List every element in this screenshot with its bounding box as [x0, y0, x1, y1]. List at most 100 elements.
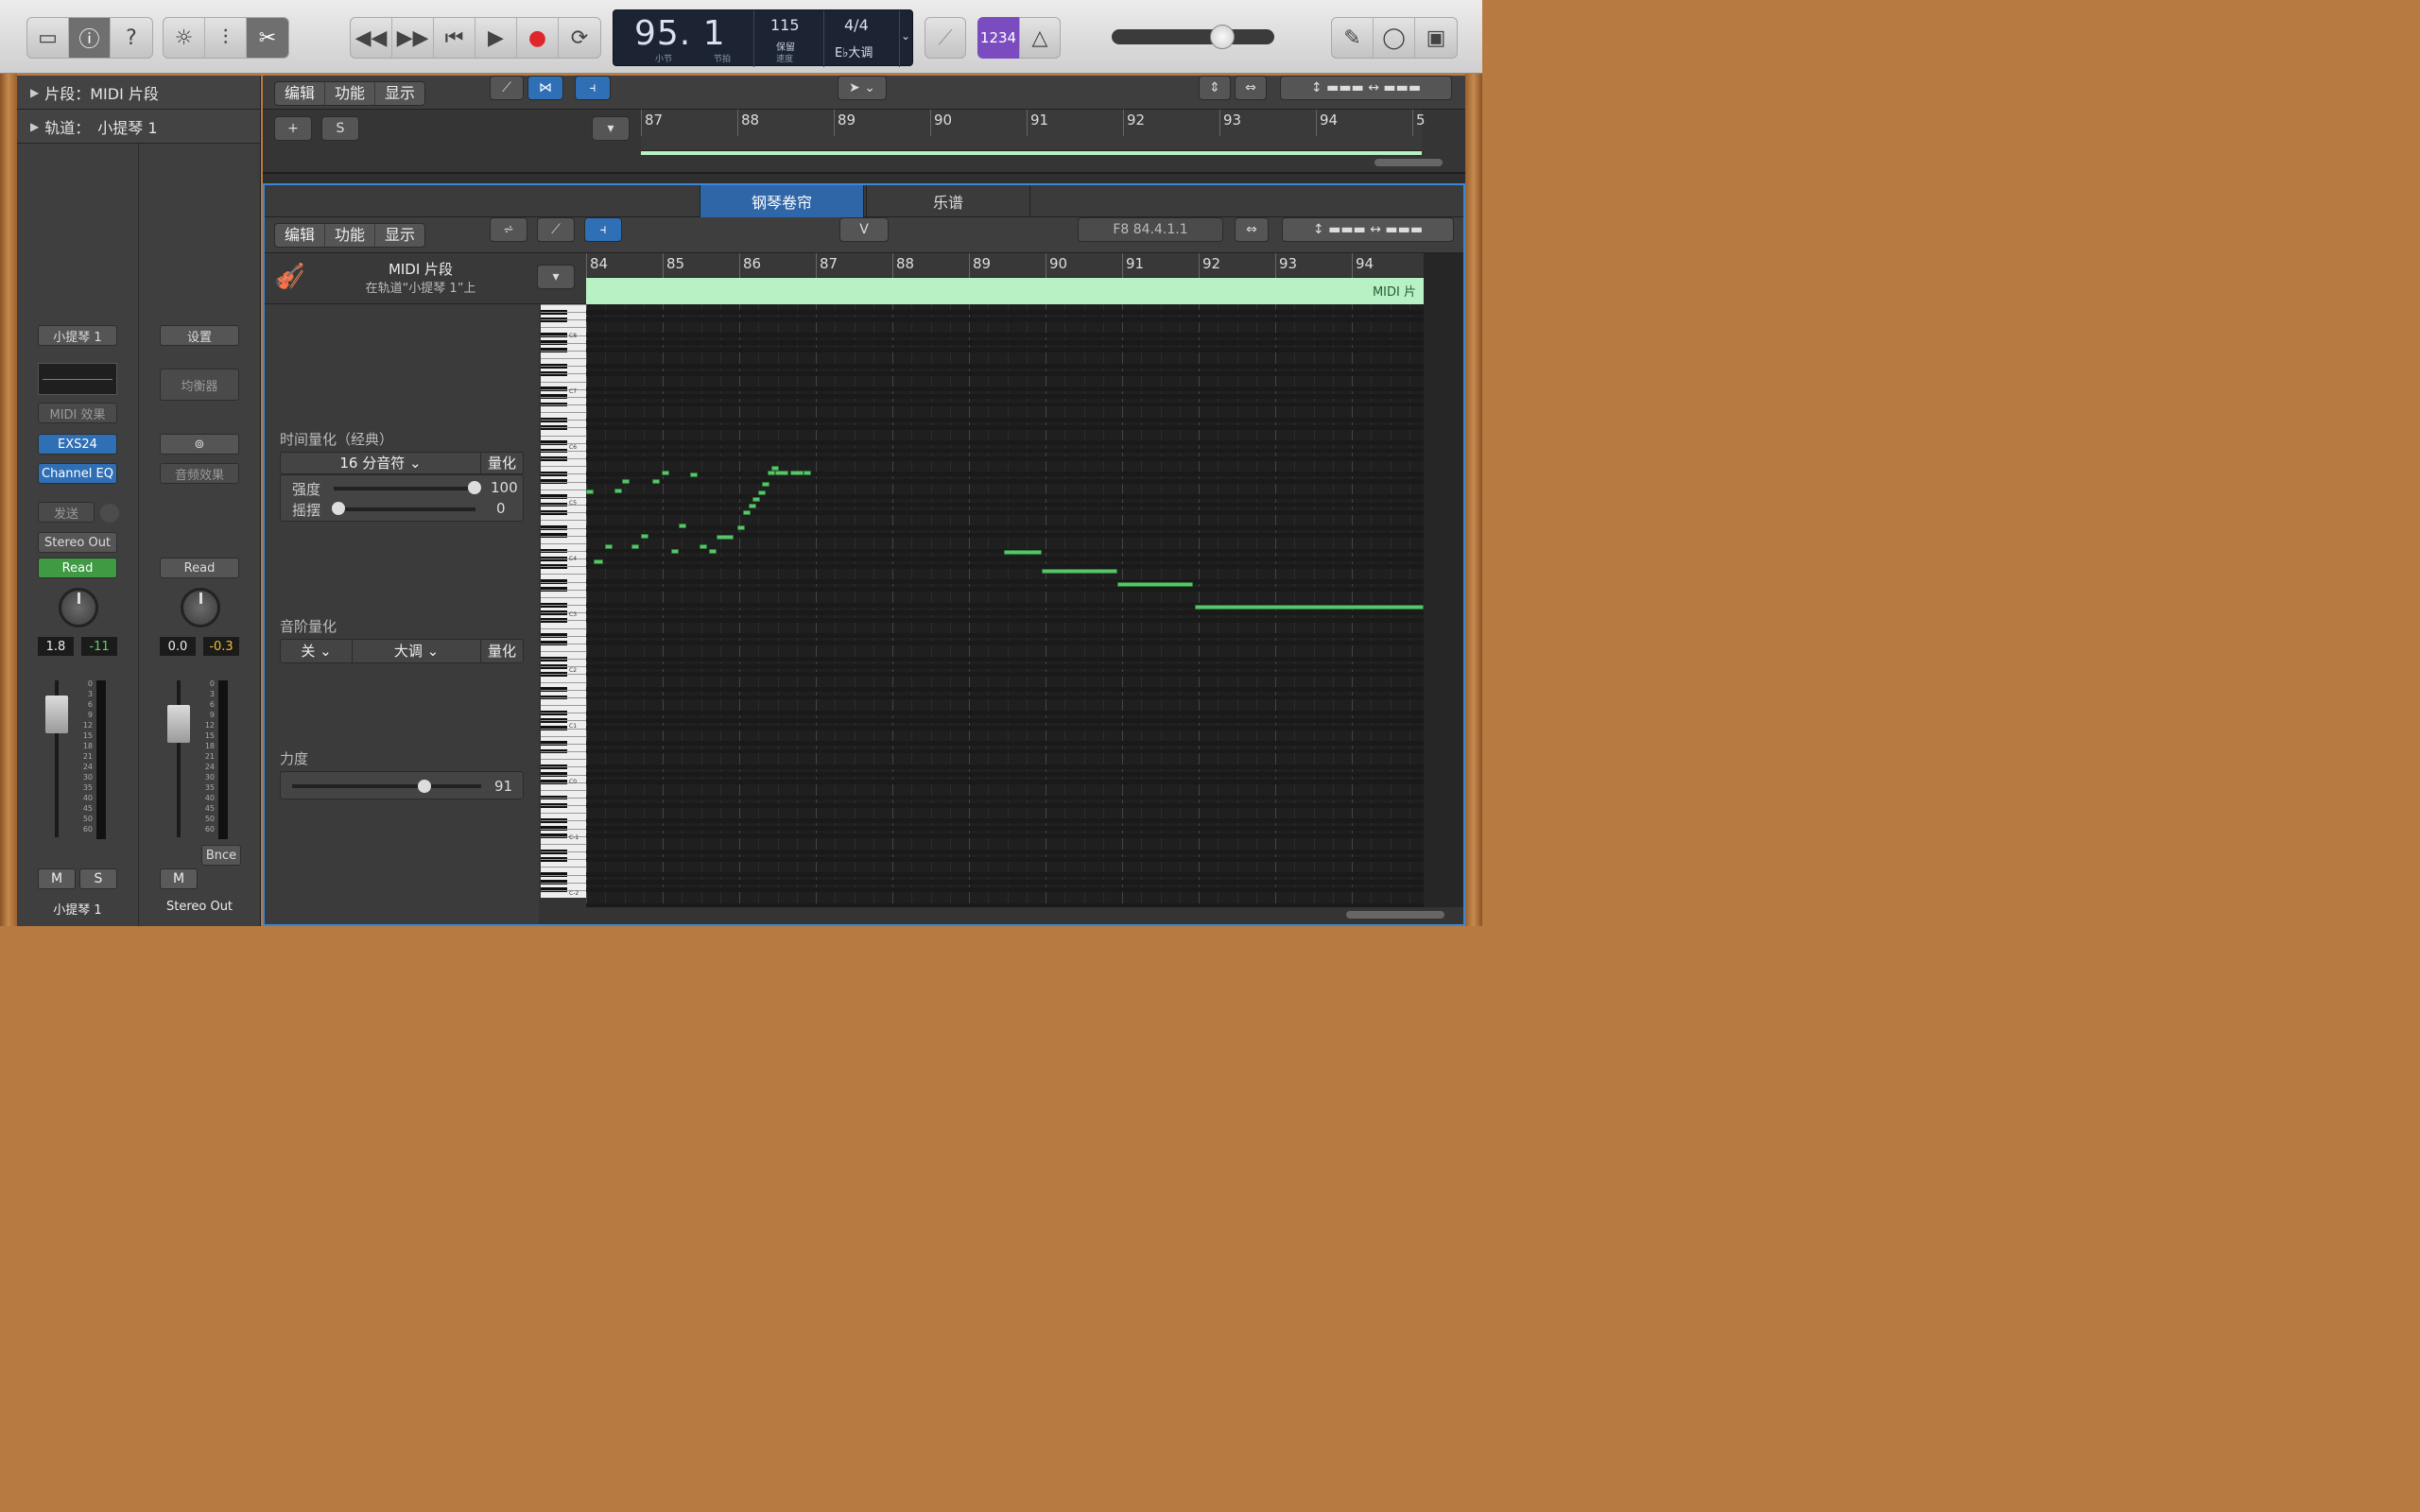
catch-button[interactable]: ⫞	[584, 217, 622, 242]
metronome-button[interactable]: △	[1020, 18, 1060, 58]
editor-scrollbar[interactable]	[1346, 911, 1444, 919]
midi-note[interactable]	[775, 471, 788, 475]
forward-button[interactable]: ▶▶	[392, 18, 434, 58]
zoom-horizontal-fit-button[interactable]: ⇔	[1235, 217, 1269, 242]
midi-note[interactable]	[1042, 569, 1117, 574]
tracks-ruler[interactable]: 87 88 89 90 91 92 93 94 5	[641, 110, 1426, 151]
mute-button[interactable]: M	[160, 868, 198, 889]
count-in-button[interactable]: 1234	[977, 17, 1019, 59]
time-quantize-select[interactable]: 16 分音符 ⌄	[281, 453, 481, 473]
bounce-button[interactable]: Bnce	[201, 845, 241, 866]
mute-button[interactable]: M	[38, 868, 76, 889]
functions-menu[interactable]: 功能	[325, 82, 376, 105]
go-to-start-button[interactable]: ⏮	[434, 18, 475, 58]
send-knob[interactable]	[100, 504, 119, 523]
midi-note[interactable]	[758, 490, 766, 495]
edit-menu[interactable]: 编辑	[275, 224, 326, 247]
midi-note[interactable]	[743, 510, 751, 515]
midi-note[interactable]	[662, 471, 669, 475]
cycle-button[interactable]: ⟳	[559, 18, 600, 58]
output-slot[interactable]: Stereo Out	[38, 532, 117, 553]
instrument-slot[interactable]: EXS24	[38, 434, 117, 455]
pan-knob[interactable]	[181, 588, 220, 627]
midi-note[interactable]	[614, 489, 622, 493]
volume-fader-track[interactable]	[177, 680, 181, 837]
quick-help-button[interactable]: ?	[111, 18, 152, 58]
record-button[interactable]: ●	[517, 18, 559, 58]
note-grid[interactable]	[586, 304, 1424, 907]
automation-mode[interactable]: Read	[38, 558, 117, 578]
solo-mode-button[interactable]: S	[321, 116, 359, 141]
play-button[interactable]: ▶	[475, 18, 517, 58]
tracks-scrollbar[interactable]	[1374, 159, 1443, 166]
midi-note[interactable]	[790, 471, 804, 475]
automation-mode[interactable]: Read	[160, 558, 239, 578]
volume-fader-cap[interactable]	[167, 705, 190, 743]
midi-note[interactable]	[1004, 550, 1042, 555]
midi-note[interactable]	[762, 482, 769, 487]
quantize-collapse-button[interactable]: ⩫	[490, 217, 527, 242]
library-button[interactable]: ▭	[27, 18, 69, 58]
track-inspector-row[interactable]: ▶ 轨道： 小提琴 1	[17, 110, 260, 144]
editor-ruler[interactable]: 84858687888990919293945	[586, 253, 1442, 280]
midi-note[interactable]	[641, 534, 648, 539]
region-inspector-row[interactable]: ▶ 片段：MIDI 片段	[17, 76, 260, 110]
strength-slider[interactable]	[334, 487, 475, 490]
piano-keyboard[interactable]: C8 C7 C6 C5 C4 C3 C2 C1 C0 C-1 C-2	[541, 304, 586, 898]
midi-note[interactable]	[700, 544, 707, 549]
velocity-slider[interactable]	[292, 784, 481, 788]
eq-thumbnail[interactable]	[38, 363, 117, 395]
midi-note[interactable]	[768, 471, 775, 475]
midi-note[interactable]	[737, 525, 745, 530]
tracks-region-strip[interactable]	[641, 151, 1422, 155]
settings-slot[interactable]: 设置	[160, 325, 239, 346]
inspector-button[interactable]: ⓘ	[69, 18, 111, 58]
audio-fx-slot[interactable]: Channel EQ	[38, 463, 117, 484]
midi-note[interactable]	[594, 559, 603, 564]
loop-browser-button[interactable]: ◯	[1374, 18, 1415, 58]
send-slot[interactable]: 发送	[38, 502, 95, 523]
volume-fader-cap[interactable]	[45, 696, 68, 733]
midi-note[interactable]	[586, 490, 594, 494]
midi-note[interactable]	[679, 524, 686, 528]
list-editors-button[interactable]: ✎	[1332, 18, 1374, 58]
zoom-sliders[interactable]: ↕ ▬▬▬ ↔ ▬▬▬	[1282, 217, 1454, 242]
midi-note[interactable]	[1117, 582, 1193, 587]
midi-note[interactable]	[652, 479, 660, 484]
scale-mode-select[interactable]: 大调 ⌄	[353, 640, 481, 662]
midi-note[interactable]	[631, 544, 639, 549]
zoom-vertical-fit-button[interactable]: ⇕	[1199, 76, 1231, 100]
midi-region-bar[interactable]: MIDI 片	[586, 278, 1424, 304]
swing-slider[interactable]	[334, 507, 475, 511]
midi-note[interactable]	[690, 472, 698, 477]
link-button[interactable]: ⊚	[160, 434, 239, 455]
automation-button[interactable]: ⟋	[537, 217, 575, 242]
track-header-menu[interactable]: ▾	[592, 116, 630, 141]
audio-fx-slot[interactable]: 音频效果	[160, 463, 239, 484]
functions-menu[interactable]: 功能	[325, 224, 376, 247]
smart-controls-button[interactable]: ☼	[164, 18, 205, 58]
midi-note[interactable]	[1195, 605, 1424, 610]
rewind-button[interactable]: ◀◀	[351, 18, 392, 58]
master-volume-track[interactable]	[1112, 29, 1274, 44]
view-menu[interactable]: 显示	[375, 224, 424, 247]
midi-note[interactable]	[749, 504, 756, 508]
tab-piano-roll[interactable]: 钢琴卷帘	[700, 185, 864, 217]
editors-button[interactable]: ✂	[247, 18, 288, 58]
swing-slider-knob[interactable]	[332, 502, 345, 515]
quantize-button[interactable]: 量化	[481, 453, 523, 473]
edit-menu[interactable]: 编辑	[275, 82, 326, 105]
pan-knob[interactable]	[59, 588, 98, 627]
midi-note[interactable]	[709, 549, 717, 554]
tuner-button[interactable]: ⟋	[925, 18, 965, 58]
scale-off-select[interactable]: 关 ⌄	[281, 640, 353, 662]
mixer-button[interactable]: ⫶	[205, 18, 247, 58]
strength-slider-knob[interactable]	[468, 481, 481, 494]
solo-button[interactable]: S	[79, 868, 117, 889]
midi-note[interactable]	[717, 535, 734, 540]
region-menu-button[interactable]: ▾	[537, 265, 575, 289]
velocity-tool-menu[interactable]: V	[839, 217, 889, 242]
midi-fx-slot[interactable]: MIDI 效果	[38, 403, 117, 423]
lcd-chevron-icon[interactable]: ⌄	[901, 29, 910, 43]
catch-button[interactable]: ⫞	[575, 76, 611, 100]
